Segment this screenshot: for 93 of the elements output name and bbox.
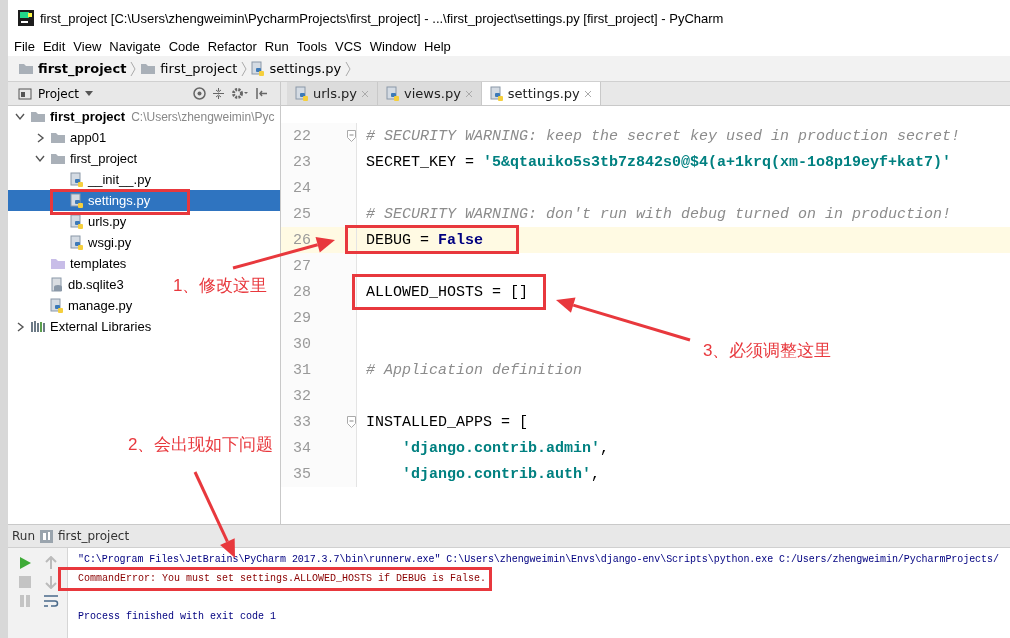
tree-item[interactable]: manage.py bbox=[8, 295, 133, 316]
menu-item[interactable]: File bbox=[10, 38, 39, 54]
tree-item[interactable]: __init__.py bbox=[8, 169, 151, 190]
breadcrumb-item[interactable]: first_project bbox=[38, 61, 127, 76]
code-line: # SECURITY WARNING: don't run with debug turned on in production! bbox=[366, 205, 952, 223]
line-number: 27 bbox=[292, 257, 311, 275]
fold-marker-icon[interactable] bbox=[347, 130, 356, 142]
console-line: Process finished with exit code 1 bbox=[78, 611, 277, 622]
code-line: DEBUG = False bbox=[366, 231, 484, 249]
code-line: INSTALLED_APPS = [ bbox=[366, 413, 529, 431]
breadcrumb-item[interactable]: settings.py bbox=[269, 61, 342, 76]
folder-icon bbox=[50, 257, 66, 270]
line-number: 24 bbox=[292, 179, 311, 197]
menu-item[interactable]: Tools bbox=[292, 38, 332, 54]
tree-item[interactable]: urls.py bbox=[8, 211, 127, 232]
menu-item[interactable]: Code bbox=[164, 38, 204, 54]
line-number: 26 bbox=[292, 231, 311, 249]
line-number: 30 bbox=[292, 335, 311, 353]
editor-tab[interactable]: views.py bbox=[378, 82, 482, 105]
tree-item[interactable]: settings.py bbox=[8, 190, 280, 211]
caret-icon[interactable] bbox=[85, 91, 94, 96]
tree-item[interactable]: first_project bbox=[8, 148, 138, 169]
fold-marker-icon[interactable] bbox=[347, 416, 356, 428]
line-number: 29 bbox=[292, 309, 311, 327]
folder-icon bbox=[18, 62, 34, 75]
line-number: 23 bbox=[292, 153, 311, 171]
code-line: # Application definition bbox=[366, 361, 583, 379]
library-icon bbox=[30, 320, 46, 333]
database-file-icon bbox=[50, 276, 64, 293]
folder-icon bbox=[50, 152, 66, 165]
line-number: 25 bbox=[292, 205, 311, 223]
tree-item[interactable]: first_project C:\Users\zhengweimin\Pyc bbox=[8, 106, 275, 127]
console-line: "C:\Program Files\JetBrains\PyCharm 2017.3.7\bin\runnerw.exe" C:\Users\zhengweimin\Envs\django-env\Scripts\python.exe C:/Users/zhengweimin/PycharmProjects/ bbox=[78, 554, 999, 565]
python-file-icon bbox=[70, 234, 84, 251]
run-config-tab[interactable]: first_project bbox=[58, 529, 130, 543]
annotation-text: 1、修改这里 bbox=[173, 275, 268, 297]
menu-item[interactable]: View bbox=[69, 38, 106, 54]
python-file-icon bbox=[489, 85, 504, 102]
editor-tab[interactable]: urls.py bbox=[287, 82, 379, 105]
line-number: 33 bbox=[292, 413, 311, 431]
folder-icon bbox=[140, 62, 157, 75]
console-line: CommandError: You must set settings.ALLOWED_HOSTS if DEBUG is False. bbox=[78, 573, 487, 584]
collapse-icon[interactable] bbox=[212, 87, 225, 100]
python-file-icon bbox=[70, 213, 84, 230]
menu-item[interactable]: Navigate bbox=[105, 38, 165, 54]
breadcrumb-item[interactable]: first_project bbox=[160, 61, 238, 76]
line-number: 28 bbox=[292, 283, 311, 301]
annotation-text: 2、会出现如下问题 bbox=[128, 434, 274, 456]
code-line: 'django.contrib.admin', bbox=[402, 439, 610, 457]
tree-item[interactable]: templates bbox=[8, 253, 127, 274]
panel-title[interactable]: Run bbox=[12, 529, 35, 543]
line-number: 22 bbox=[292, 127, 311, 145]
python-file-icon bbox=[50, 297, 64, 314]
line-number: 35 bbox=[292, 465, 311, 483]
code-line: SECRET_KEY = '5&qtauiko5s3tb7z842s0@$4(a+1krq(xm-1o8p19eyf+kat7)' bbox=[366, 153, 952, 171]
python-file-icon bbox=[251, 60, 266, 77]
hide-panel-icon[interactable] bbox=[255, 87, 268, 100]
chevron-icon bbox=[241, 60, 248, 77]
soft-wrap-icon[interactable] bbox=[43, 593, 59, 608]
chevron-icon bbox=[345, 60, 352, 77]
app-logo-icon bbox=[18, 10, 34, 26]
menu-item[interactable]: Run bbox=[260, 38, 293, 54]
close-icon[interactable] bbox=[583, 89, 592, 98]
run-icon[interactable] bbox=[18, 555, 32, 570]
panel-title[interactable]: Project bbox=[38, 86, 80, 101]
menu-item[interactable]: Edit bbox=[38, 38, 70, 54]
python-file-icon bbox=[386, 85, 401, 102]
tree-item[interactable]: db.sqlite3 bbox=[8, 274, 124, 295]
python-file-icon bbox=[70, 192, 84, 209]
window-title: first_project [C:\Users\zhengweimin\PycharmProjects\first_project] - ...\first_project\settings.py [first_project] - PyCharm bbox=[40, 10, 724, 26]
python-file-icon bbox=[295, 85, 309, 102]
menu-item[interactable]: Window bbox=[365, 38, 421, 54]
code-line: 'django.contrib.auth', bbox=[402, 465, 601, 483]
target-icon[interactable] bbox=[193, 87, 206, 100]
chevron-icon bbox=[130, 60, 137, 77]
tree-item[interactable]: wsgi.py bbox=[8, 232, 132, 253]
menu-item[interactable]: Refactor bbox=[203, 38, 261, 54]
python-file-icon bbox=[70, 171, 84, 188]
settings-icon[interactable] bbox=[231, 87, 249, 100]
folder-icon bbox=[50, 131, 66, 144]
code-line: # SECURITY WARNING: keep the secret key used in production secret! bbox=[366, 127, 961, 145]
menu-item[interactable]: VCS bbox=[331, 38, 366, 54]
tree-item[interactable]: app01 bbox=[8, 127, 107, 148]
editor-tab[interactable]: settings.py bbox=[481, 82, 601, 105]
code-line: ALLOWED_HOSTS = [] bbox=[366, 283, 529, 301]
line-number: 32 bbox=[292, 387, 311, 405]
panel-icon bbox=[18, 87, 32, 100]
folder-icon bbox=[30, 110, 46, 123]
annotation-text: 3、必须调整这里 bbox=[703, 340, 832, 362]
line-number: 31 bbox=[292, 361, 311, 379]
menu-item[interactable]: Help bbox=[420, 38, 455, 54]
line-number: 34 bbox=[292, 439, 311, 457]
tree-item[interactable]: External Libraries bbox=[8, 316, 152, 337]
